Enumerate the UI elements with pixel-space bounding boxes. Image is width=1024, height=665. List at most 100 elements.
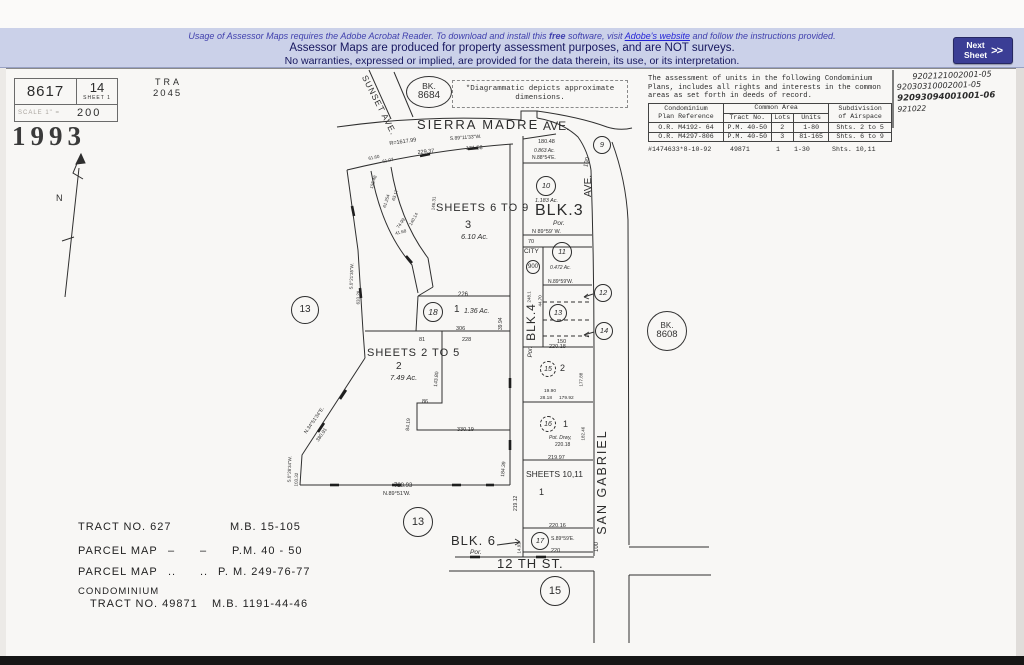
- col-subdivision: Subdivision of Airspace: [829, 103, 892, 122]
- sheets-6-to-9-label: SHEETS 6 TO 9: [436, 203, 529, 214]
- col-tract-no: Tract No.: [724, 113, 772, 123]
- dim-label: 81: [419, 338, 425, 344]
- city-label: CITY: [524, 249, 539, 256]
- handwritten-document-numbers: 9202121002001-05 92030310002001-05 92093…: [896, 69, 996, 114]
- dim-label: N.89°51'W.: [383, 492, 410, 498]
- sheet-circle-13: 13: [291, 296, 319, 324]
- dim-label: 1.183 Ac.: [535, 199, 558, 205]
- dim-label: N 89°59' W.: [532, 230, 561, 236]
- table-row: O.R. M4192- 64P.M. 40-50 21-80 Shts. 2 t…: [649, 123, 892, 133]
- block-4-label: BLK.4: [525, 303, 537, 341]
- dim-label: 219.97: [548, 456, 565, 462]
- parcel-2-acreage: 7.49 Ac.: [390, 374, 417, 382]
- map-title-block: 8617 14 SHEET 1 SCALE 1" = 200: [14, 78, 118, 122]
- page-number-cell: 14 SHEET 1: [76, 79, 118, 105]
- year-stamp: 1993: [12, 123, 86, 150]
- dim-label: 70: [528, 240, 534, 246]
- city-boundary-circle-900: 900: [526, 260, 540, 274]
- dim-label: 39.94: [499, 317, 504, 330]
- dim-label: S.0°21'35"W.: [350, 263, 355, 289]
- dim-label: 226: [458, 292, 468, 298]
- dim-label: S.0°28'34"W.: [288, 456, 293, 482]
- sheets-2-to-5-label: SHEETS 2 TO 5: [367, 348, 460, 359]
- street-width-100: 100: [594, 542, 600, 552]
- parcel-circle-15-dashed: 15: [540, 361, 556, 377]
- street-sierra-madre-ave: AVE.: [543, 120, 569, 132]
- strip-parcel-1: 1: [563, 420, 568, 429]
- parcel-circle-12: 12: [594, 284, 612, 302]
- assessment-paragraph: The assessment of units in the following…: [648, 75, 894, 101]
- condominium-assessment-block: The assessment of units in the following…: [648, 75, 894, 158]
- assessor-map: 8617 14 SHEET 1 SCALE 1" = 200 TRA 2045 …: [0, 0, 1024, 665]
- scale-value: 200: [77, 107, 101, 119]
- parcel-circle-9: 9: [593, 136, 611, 154]
- dim-label: 179.92: [559, 397, 574, 402]
- dim-label: 220.18: [555, 443, 570, 448]
- sheets-10-11-label: SHEETS 10,11: [526, 470, 583, 479]
- bottom-window-edge: [0, 656, 1024, 665]
- reference-label: TRACT NO. 627: [78, 521, 172, 533]
- table-row: O.R. M4297-806P.M. 40-50 381-165 Shts. 6…: [649, 132, 892, 142]
- dim-label: 180.48: [538, 140, 555, 146]
- reference-label: PARCEL MAP: [78, 566, 158, 578]
- dim-label: 220.16: [549, 524, 566, 530]
- block-6-label: BLK. 6: [451, 534, 496, 547]
- tra-number: 2045: [153, 89, 182, 99]
- sheets-value: Shts. 10,11: [832, 146, 876, 153]
- dim-label: S.89°59'E.: [551, 537, 575, 542]
- sheet-circle-15: 15: [540, 576, 570, 606]
- dim-label: 44.70: [539, 295, 544, 306]
- dim-label: 28.18: [540, 397, 552, 402]
- col-plan-reference: Condominium Plan Reference: [649, 103, 724, 122]
- parcel-3-number: 3: [465, 220, 471, 231]
- parcel-circle-11: 11: [552, 242, 572, 262]
- reference-value: P. M. 249-76-77: [218, 566, 310, 578]
- note-line1: *Diagrammatic depicts approximate: [453, 85, 627, 94]
- parcel-circle-17: 17: [531, 532, 549, 550]
- dim-label: 306: [456, 327, 465, 333]
- tra-label: TRA: [155, 78, 182, 87]
- dim-label: N.89°59'W.: [548, 280, 573, 285]
- tract-value: 49871: [730, 146, 750, 153]
- dim-label: 19.90: [544, 390, 556, 395]
- condominium-label: CONDOMINIUM: [78, 586, 159, 597]
- dim-label: 728.93: [394, 483, 412, 489]
- dim-label: 14.92: [518, 542, 523, 553]
- block-3-label: BLK.3: [535, 203, 584, 219]
- dim-label: 103.32: [295, 473, 300, 487]
- units-value: 1-30: [794, 146, 810, 153]
- dim-label: 330.19: [457, 428, 474, 434]
- street-ave-vertical: AVE.: [584, 175, 594, 197]
- parcel-circle-14: 14: [595, 322, 613, 340]
- dim-label: 0.472 Ac.: [550, 266, 571, 271]
- parcel-circle-18: 18: [423, 302, 443, 322]
- parcel-3-acreage: 6.10 Ac.: [461, 233, 488, 241]
- ditto-mark: –: [168, 545, 175, 557]
- dim-label: 228: [462, 338, 471, 344]
- dim-label: 219.12: [514, 496, 519, 511]
- parcel-1-number: 1: [539, 488, 544, 497]
- block-6-por: Por.: [470, 550, 482, 557]
- sheet-circle-13: 13: [403, 507, 433, 537]
- dim-label: 220.18: [549, 345, 566, 351]
- note-line2: dimensions.: [453, 94, 627, 103]
- dim-label: 171.58: [466, 146, 483, 152]
- dim-label: 177.88: [580, 373, 585, 387]
- parcel-2-number: 2: [396, 362, 402, 372]
- col-lots: Lots: [771, 113, 793, 123]
- col-common-area: Common Area: [724, 103, 829, 113]
- condominium-tract: TRACT NO. 49871: [90, 598, 198, 610]
- reference-label: PARCEL MAP: [78, 545, 158, 557]
- dim-label: Pot. Drwy,: [549, 436, 572, 441]
- parcel-circle-16-dashed: 16: [540, 416, 556, 432]
- book-stamp-8684: BK. 8684: [406, 76, 452, 108]
- block-3-por: Por.: [553, 221, 565, 228]
- parcel-18-acreage: 1.36 Ac.: [464, 308, 489, 315]
- parcel-circle-13: 13: [549, 304, 567, 322]
- reference-value: M.B. 15-105: [230, 521, 301, 533]
- book-stamp-8608: BK. 8608: [647, 311, 687, 351]
- parcel-18-lot-number: 1: [454, 305, 460, 315]
- dim-label: 86: [422, 400, 428, 406]
- north-label: N: [56, 194, 63, 203]
- page-number: 14: [76, 80, 118, 95]
